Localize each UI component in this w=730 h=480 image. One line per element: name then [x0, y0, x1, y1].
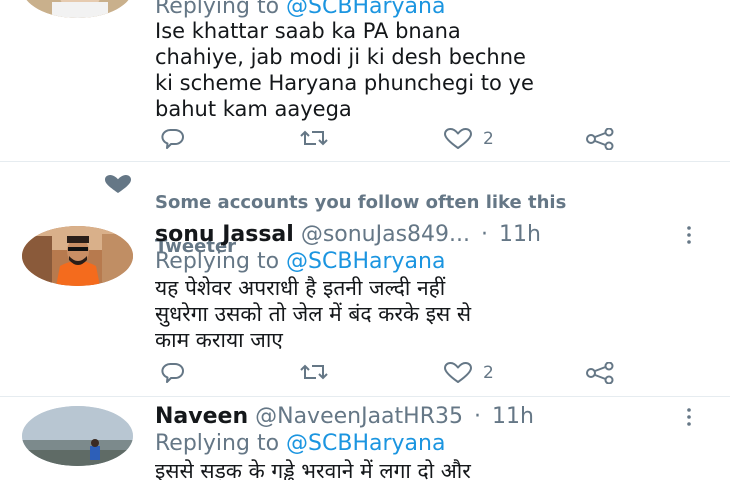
divider — [0, 396, 730, 397]
avatar[interactable] — [22, 406, 133, 466]
heart-outline-icon — [444, 362, 472, 383]
like-count: 2 — [483, 363, 494, 383]
tweet-actions: 2 — [155, 360, 635, 386]
divider — [0, 161, 730, 162]
replying-to: Replying to @SCBHaryana — [155, 0, 445, 20]
meta-separator: · — [473, 404, 481, 429]
like-count: 2 — [483, 129, 494, 149]
reply-icon — [161, 363, 184, 383]
heart-outline-icon — [444, 128, 472, 149]
replying-to-mention[interactable]: @SCBHaryana — [286, 431, 445, 456]
author-handle[interactable]: @NaveenJaatHR35 — [255, 404, 463, 429]
replying-to: Replying to @SCBHaryana — [155, 431, 445, 457]
replying-to-mention[interactable]: @SCBHaryana — [286, 0, 445, 19]
reply-button[interactable] — [161, 126, 185, 152]
retweet-button[interactable] — [299, 360, 329, 386]
share-button[interactable] — [585, 360, 617, 386]
tweet-header: sonu Jassal @sonuJas849... · 11h — [155, 222, 541, 248]
replying-to-label: Replying to — [155, 431, 280, 456]
social-context-line1: Some accounts you follow often like this — [155, 192, 567, 213]
avatar[interactable] — [22, 226, 133, 286]
tweet-text: यह पेशेवर अपराधी है इतनी जल्दी नहीं सुधर… — [155, 276, 472, 352]
author-handle[interactable]: @sonuJas849... — [301, 222, 470, 247]
avatar[interactable] — [22, 0, 133, 18]
avatar-image — [22, 406, 133, 466]
retweet-icon — [300, 364, 328, 380]
heart-icon — [105, 175, 131, 193]
tweet-time[interactable]: 11h — [499, 222, 541, 247]
tweet-text: Ise khattar saab ka PA bnana chahiye, ja… — [155, 19, 534, 121]
tweet-2[interactable]: Naveen @NaveenJaatHR35 · 11h Replying to… — [0, 402, 730, 480]
tweet-time[interactable]: 11h — [492, 404, 534, 429]
share-icon — [586, 128, 614, 150]
tweet-header: Naveen @NaveenJaatHR35 · 11h — [155, 404, 534, 430]
avatar-image — [22, 0, 133, 18]
tweet-text: इससे सड़क के गड्ढे भरवाने में लगा दो और — [155, 459, 471, 480]
retweet-button[interactable] — [299, 126, 329, 152]
more-vertical-icon[interactable] — [686, 225, 692, 245]
replying-to-label: Replying to — [155, 249, 280, 274]
retweet-icon — [300, 130, 328, 146]
more-vertical-icon[interactable] — [686, 407, 692, 427]
like-button[interactable]: 2 — [443, 126, 494, 152]
tweet-1[interactable]: sonu Jassal @sonuJas849... · 11h Replyin… — [0, 220, 730, 395]
share-icon — [586, 362, 614, 384]
replying-to-mention[interactable]: @SCBHaryana — [286, 249, 445, 274]
reply-thread: Replying to @SCBHaryana Ise khattar saab… — [0, 0, 730, 480]
author-name[interactable]: Naveen — [155, 404, 248, 429]
share-button[interactable] — [585, 126, 617, 152]
author-name[interactable]: sonu Jassal — [155, 222, 294, 247]
replying-to: Replying to @SCBHaryana — [155, 249, 445, 275]
avatar-image — [22, 226, 133, 286]
tweet-actions: 2 — [155, 126, 635, 152]
replying-to-label: Replying to — [155, 0, 280, 19]
like-button[interactable]: 2 — [443, 360, 494, 386]
reply-button[interactable] — [161, 360, 185, 386]
reply-icon — [161, 129, 184, 149]
meta-separator: · — [481, 222, 489, 247]
tweet-0[interactable]: Replying to @SCBHaryana Ise khattar saab… — [0, 0, 730, 162]
